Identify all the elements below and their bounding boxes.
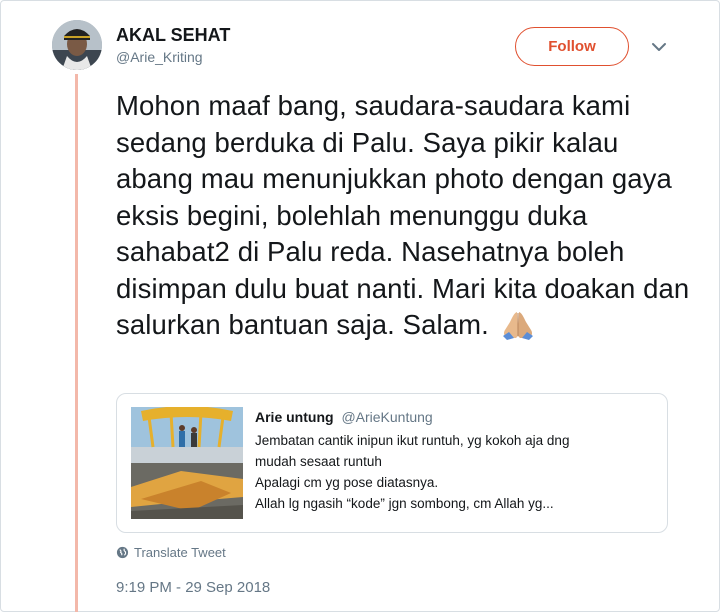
- follow-button[interactable]: Follow: [515, 27, 629, 66]
- avatar[interactable]: [52, 20, 102, 70]
- author-display-name[interactable]: AKAL SEHAT: [116, 24, 230, 46]
- quoted-text-line: mudah sesaat runtuh: [255, 454, 382, 469]
- quoted-author-handle: @ArieKuntung: [341, 409, 433, 425]
- avatar-image: [52, 20, 102, 70]
- quoted-author-name: Arie untung: [255, 409, 334, 425]
- tweet-text-content: Mohon maaf bang, saudara-saudara kami se…: [116, 90, 690, 340]
- tweet-text: Mohon maaf bang, saudara-saudara kami se…: [116, 88, 696, 344]
- quoted-tweet-image: [131, 407, 243, 519]
- quoted-tweet[interactable]: Arie untung @ArieKuntung Jembatan cantik…: [116, 393, 668, 533]
- author-block: AKAL SEHAT @Arie_Kriting: [116, 24, 230, 67]
- quoted-text-line: Jembatan cantik inipun ikut runtuh, yg k…: [255, 433, 570, 448]
- chevron-down-icon[interactable]: [650, 38, 668, 56]
- quoted-tweet-header: Arie untung @ArieKuntung: [255, 408, 655, 426]
- tweet-timestamp[interactable]: 9:19 PM - 29 Sep 2018: [116, 578, 270, 598]
- quoted-tweet-body: Arie untung @ArieKuntung Jembatan cantik…: [255, 408, 655, 514]
- quoted-text-line: Allah lg ngasih “kode” jgn sombong, cm A…: [255, 496, 554, 511]
- translate-tweet-link[interactable]: Translate Tweet: [116, 545, 226, 560]
- quoted-text-line: Apalagi cm yg pose diatasnya.: [255, 475, 439, 490]
- quoted-tweet-text: Jembatan cantik inipun ikut runtuh, yg k…: [255, 430, 655, 514]
- author-handle[interactable]: @Arie_Kriting: [116, 47, 230, 67]
- translate-tweet-label[interactable]: Translate Tweet: [134, 545, 226, 560]
- folded-hands-icon: [502, 312, 533, 340]
- thread-line: [75, 74, 78, 612]
- globe-icon: [116, 546, 129, 559]
